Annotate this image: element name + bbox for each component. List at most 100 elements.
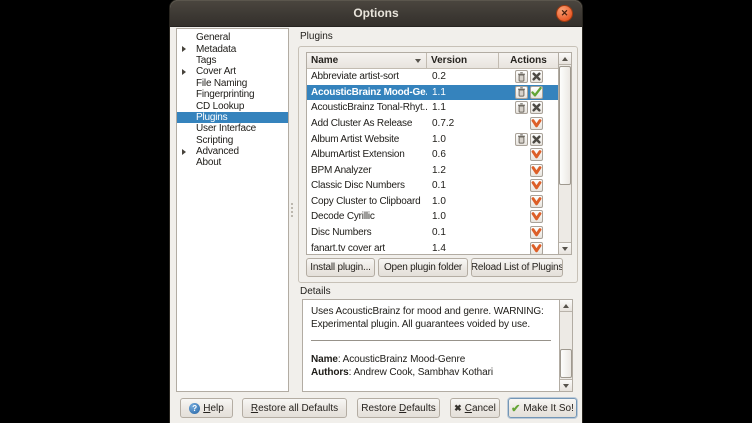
scroll-down-button[interactable]: [559, 242, 571, 254]
action-download-button[interactable]: [530, 195, 543, 208]
make-it-so-button[interactable]: ✔Make It So!: [508, 398, 577, 418]
expand-arrow-icon[interactable]: [182, 69, 191, 75]
scroll-up-icon: [562, 57, 568, 61]
plugin-row[interactable]: Album Artist Website1.0: [307, 131, 558, 147]
plugin-row[interactable]: BPM Analyzer1.2: [307, 162, 558, 178]
download-arrow-icon: [531, 228, 542, 237]
plugin-version: 1.4: [427, 243, 499, 254]
download-arrow-icon: [531, 244, 542, 253]
options-tree[interactable]: GeneralMetadataTagsCover ArtFile NamingF…: [176, 28, 289, 392]
plugin-name: Add Cluster As Release: [307, 118, 427, 129]
plugin-row[interactable]: Decode Cyrillic1.0: [307, 209, 558, 225]
disabled-x-icon: [532, 72, 541, 81]
sidebar-item-user-interface[interactable]: User Interface: [177, 123, 288, 134]
action-uninstall-button[interactable]: [515, 101, 528, 114]
sidebar-item-fingerprinting[interactable]: Fingerprinting: [177, 89, 288, 100]
plugin-row[interactable]: Abbreviate artist-sort0.2: [307, 69, 558, 85]
column-header-actions[interactable]: Actions: [499, 53, 558, 68]
scrollbar-thumb[interactable]: [559, 66, 571, 185]
sidebar-item-label: About: [196, 157, 221, 168]
open-plugin-folder-button[interactable]: Open plugin folder: [378, 258, 468, 277]
action-download-button[interactable]: [530, 179, 543, 192]
scroll-down-button[interactable]: [560, 379, 572, 391]
column-header-version[interactable]: Version: [427, 53, 499, 68]
sidebar-item-label: Metadata: [196, 44, 236, 55]
plugin-version: 0.7.2: [427, 118, 499, 129]
sidebar-item-advanced[interactable]: Advanced: [177, 146, 288, 157]
expand-arrow-icon[interactable]: [182, 46, 191, 52]
action-uninstall-button[interactable]: [515, 133, 528, 146]
sidebar-item-cd-lookup[interactable]: CD Lookup: [177, 100, 288, 111]
plugin-row[interactable]: AlbumArtist Extension0.6: [307, 147, 558, 163]
cancel-icon: ✖: [454, 403, 462, 414]
sidebar-item-label: Scripting: [196, 135, 233, 146]
sidebar-item-tags[interactable]: Tags: [177, 55, 288, 66]
scroll-down-icon: [562, 247, 568, 251]
plugin-row[interactable]: Disc Numbers0.1: [307, 225, 558, 241]
details-scrollbar[interactable]: [559, 300, 572, 391]
plugin-name: Classic Disc Numbers: [307, 180, 427, 191]
action-download-button[interactable]: [530, 164, 543, 177]
footer-buttons: ?Help Restore all Defaults Restore Default…: [170, 398, 582, 418]
sidebar-item-general[interactable]: General: [177, 32, 288, 43]
help-button[interactable]: ?Help: [180, 398, 233, 418]
sidebar-item-cover-art[interactable]: Cover Art: [177, 66, 288, 77]
plugin-actions: [499, 164, 558, 177]
action-disabled-button[interactable]: [530, 101, 543, 114]
reload-list-of-plugins-button[interactable]: Reload List of Plugins: [471, 258, 563, 277]
plugin-table-scrollbar[interactable]: [558, 53, 571, 254]
plugin-row[interactable]: Copy Cluster to Clipboard1.0: [307, 194, 558, 210]
action-uninstall-button[interactable]: [515, 86, 528, 99]
sidebar-item-plugins[interactable]: Plugins: [177, 112, 288, 123]
action-download-button[interactable]: [530, 242, 543, 254]
scroll-down-icon: [563, 384, 569, 388]
scroll-up-icon: [563, 304, 569, 308]
uninstall-trash-icon: [517, 87, 526, 97]
plugin-version: 0.2: [427, 71, 499, 82]
cancel-button[interactable]: ✖Cancel: [450, 398, 500, 418]
action-enabled-button[interactable]: [530, 86, 543, 99]
plugin-row[interactable]: fanart.tv cover art1.4: [307, 240, 558, 254]
column-header-name[interactable]: Name: [307, 53, 427, 68]
plugin-row[interactable]: Add Cluster As Release0.7.2: [307, 116, 558, 132]
scroll-up-button[interactable]: [560, 300, 572, 312]
plugin-version: 1.0: [427, 196, 499, 207]
scroll-up-button[interactable]: [559, 53, 571, 65]
action-uninstall-button[interactable]: [515, 70, 528, 83]
check-icon: ✔: [511, 402, 520, 415]
plugin-row[interactable]: AcousticBrainz Tonal-Rhyt...1.1: [307, 100, 558, 116]
button-label: Make It So!: [523, 403, 574, 414]
download-arrow-icon: [531, 181, 542, 190]
plugin-version: 0.1: [427, 180, 499, 191]
help-icon: ?: [189, 403, 200, 414]
action-download-button[interactable]: [530, 148, 543, 161]
plugins-group-label: Plugins: [300, 31, 333, 42]
action-disabled-button[interactable]: [530, 133, 543, 146]
action-download-button[interactable]: [530, 117, 543, 130]
plugin-table-body: Abbreviate artist-sort0.2AcousticBrainz …: [307, 69, 558, 254]
plugin-version: 1.0: [427, 211, 499, 222]
plugin-name: Album Artist Website: [307, 134, 427, 145]
restore-defaults-button[interactable]: Restore Defaults: [357, 398, 440, 418]
title-bar[interactable]: Options ✕: [170, 0, 582, 27]
sidebar-item-about[interactable]: About: [177, 157, 288, 168]
sort-indicator-icon: [415, 59, 421, 63]
plugin-row[interactable]: AcousticBrainz Mood-Ge...1.1: [307, 85, 558, 101]
sidebar-item-metadata[interactable]: Metadata: [177, 43, 288, 54]
plugin-row[interactable]: Classic Disc Numbers0.1: [307, 178, 558, 194]
splitter-handle[interactable]: [291, 203, 294, 219]
action-disabled-button[interactable]: [530, 70, 543, 83]
restore-all-defaults-button[interactable]: Restore all Defaults: [242, 398, 347, 418]
expand-arrow-icon[interactable]: [182, 149, 191, 155]
button-label: Restore Defaults: [361, 403, 436, 414]
plugin-actions: [499, 179, 558, 192]
scrollbar-thumb[interactable]: [560, 349, 572, 378]
sidebar-item-scripting[interactable]: Scripting: [177, 135, 288, 146]
action-download-button[interactable]: [530, 226, 543, 239]
install-plugin-button[interactable]: Install plugin...: [306, 258, 375, 277]
sidebar-item-file-naming[interactable]: File Naming: [177, 78, 288, 89]
details-fields: Name: AcousticBrainz Mood-GenreAuthors: …: [311, 354, 555, 379]
action-download-button[interactable]: [530, 210, 543, 223]
download-arrow-icon: [531, 212, 542, 221]
close-button[interactable]: ✕: [556, 5, 573, 22]
